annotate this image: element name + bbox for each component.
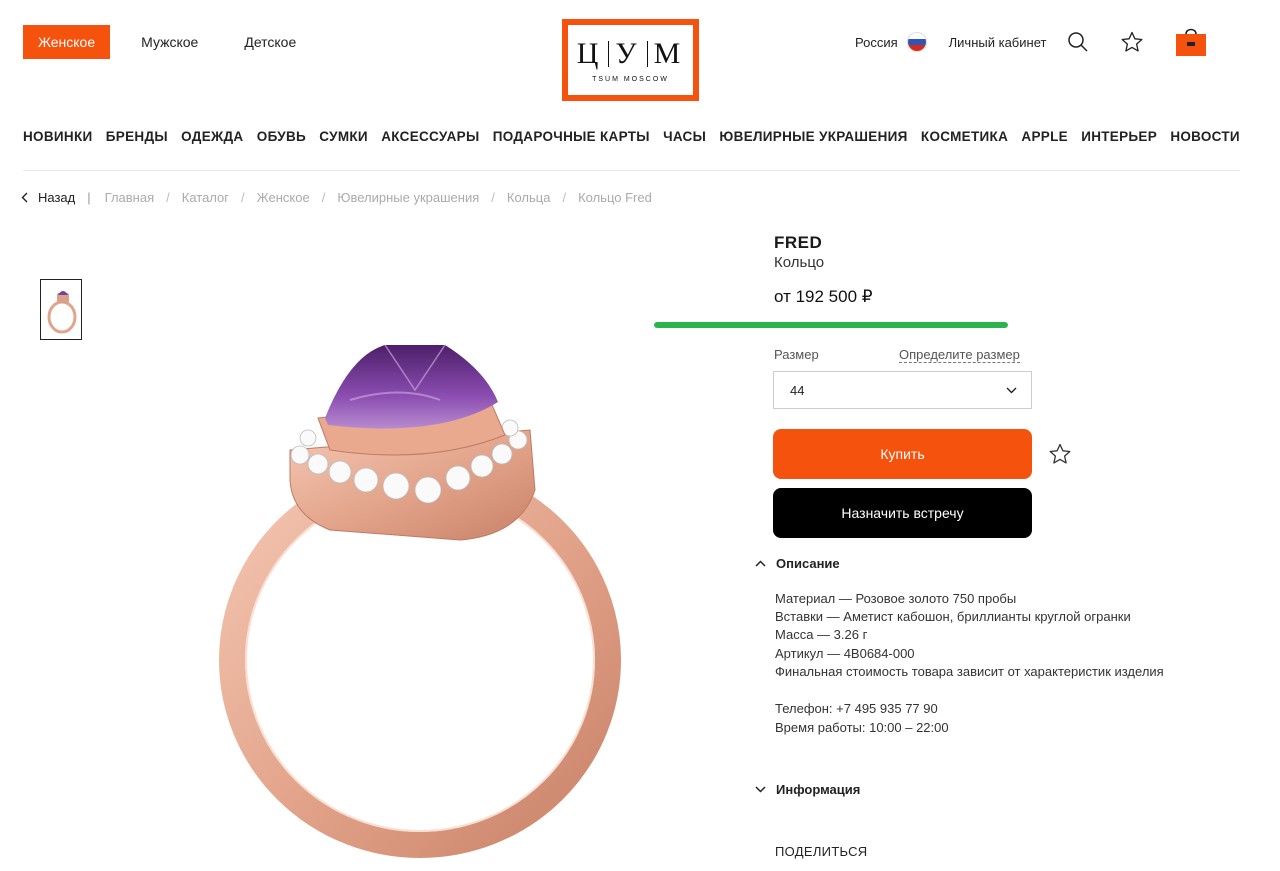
- product-brand[interactable]: FRED: [774, 233, 822, 253]
- description-line: Вставки — Аметист кабошон, бриллианты кр…: [775, 609, 1131, 625]
- logo-subtitle: TSUM MOSCOW: [592, 75, 669, 83]
- tab-kids[interactable]: Детское: [244, 34, 296, 50]
- cart-icon[interactable]: [1174, 24, 1208, 58]
- nav-brands[interactable]: БРЕНДЫ: [106, 129, 168, 144]
- breadcrumb-current: Кольцо Fred: [578, 190, 652, 205]
- chevron-down-icon: [1006, 387, 1017, 393]
- region-selector[interactable]: Россия: [855, 35, 898, 50]
- russia-flag-icon[interactable]: [906, 32, 927, 52]
- size-guide-link[interactable]: Определите размер: [899, 347, 1020, 363]
- nav-clothing[interactable]: ОДЕЖДА: [181, 129, 243, 144]
- product-thumbnail[interactable]: [40, 279, 82, 340]
- nav-apple[interactable]: APPLE: [1021, 129, 1068, 144]
- favorite-star-icon[interactable]: [1048, 442, 1072, 466]
- description-text: Материал — Розовое золото 750 пробы Вста…: [775, 590, 1164, 681]
- breadcrumb-separator: /: [166, 190, 170, 205]
- phone-number[interactable]: Телефон: +7 495 935 77 90: [775, 699, 949, 718]
- main-nav: НОВИНКИ БРЕНДЫ ОДЕЖДА ОБУВЬ СУМКИ АКСЕСС…: [23, 129, 1240, 144]
- gender-tabs: Женское Мужское Детское: [23, 25, 342, 59]
- logo[interactable]: ЦУМ TSUM MOSCOW: [562, 19, 699, 101]
- chevron-left-icon: [21, 192, 28, 203]
- product-type: Кольцо: [774, 254, 825, 271]
- size-select[interactable]: 44: [773, 371, 1032, 409]
- breadcrumb-home[interactable]: Главная: [105, 190, 154, 205]
- description-line: Материал — Розовое золото 750 пробы: [775, 591, 1017, 606]
- tab-women[interactable]: Женское: [23, 25, 111, 59]
- contact-info: Телефон: +7 495 935 77 90 Время работы: …: [775, 699, 949, 737]
- progress-bar: [654, 322, 1008, 328]
- breadcrumb-separator: /: [241, 190, 245, 205]
- breadcrumb-women[interactable]: Женское: [257, 190, 310, 205]
- breadcrumb-jewelry[interactable]: Ювелирные украшения: [337, 190, 479, 205]
- size-value: 44: [790, 382, 805, 398]
- product-price: от 192 500 ₽: [774, 287, 873, 306]
- header-actions: Россия Личный кабинет: [855, 28, 1238, 56]
- nav-shoes[interactable]: ОБУВЬ: [257, 129, 306, 144]
- chevron-up-icon: [755, 560, 766, 567]
- star-icon[interactable]: [1120, 30, 1144, 54]
- logo-wordmark: ЦУМ: [576, 36, 685, 70]
- back-link[interactable]: Назад: [21, 190, 75, 205]
- description-line: Финальная стоимость товара зависит от ха…: [775, 663, 1164, 679]
- working-hours: Время работы: 10:00 – 22:00: [775, 720, 949, 735]
- nav-divider: [23, 170, 1240, 171]
- progress-fill: [654, 322, 1008, 328]
- description-title: Описание: [776, 556, 840, 571]
- nav-gift-cards[interactable]: ПОДАРОЧНЫЕ КАРТЫ: [493, 129, 650, 144]
- share-link[interactable]: ПОДЕЛИТЬСЯ: [775, 844, 867, 859]
- breadcrumb-catalog[interactable]: Каталог: [182, 190, 229, 205]
- nav-accessories[interactable]: АКСЕССУАРЫ: [381, 129, 479, 144]
- buy-button[interactable]: Купить: [773, 429, 1032, 479]
- description-line: Масса — 3.26 г: [775, 627, 868, 643]
- nav-watches[interactable]: ЧАСЫ: [663, 129, 706, 144]
- nav-bags[interactable]: СУМКИ: [319, 129, 368, 144]
- search-icon[interactable]: [1066, 30, 1090, 54]
- chevron-down-icon: [755, 786, 766, 793]
- nav-new[interactable]: НОВИНКИ: [23, 129, 93, 144]
- nav-news[interactable]: НОВОСТИ: [1170, 129, 1240, 144]
- account-link[interactable]: Личный кабинет: [949, 35, 1047, 50]
- breadcrumb-separator: /: [562, 190, 567, 205]
- schedule-meeting-button[interactable]: Назначить встречу: [773, 488, 1032, 538]
- information-title: Информация: [776, 782, 861, 797]
- back-label: Назад: [38, 190, 76, 205]
- breadcrumb-rings[interactable]: Кольца: [507, 190, 551, 205]
- breadcrumb-separator: /: [491, 190, 495, 205]
- logo-inner: ЦУМ TSUM MOSCOW: [567, 24, 694, 96]
- nav-jewelry[interactable]: ЮВЕЛИРНЫЕ УКРАШЕНИЯ: [719, 129, 907, 144]
- nav-cosmetics[interactable]: КОСМЕТИКА: [921, 129, 1008, 144]
- breadcrumb-separator: /: [321, 190, 326, 205]
- breadcrumb: Назад | Главная / Каталог / Женское / Юв…: [21, 190, 652, 205]
- description-line: Артикул — 4B0684-000: [775, 645, 915, 661]
- product-image[interactable]: [200, 330, 650, 860]
- size-label: Размер: [774, 347, 819, 362]
- nav-interior[interactable]: ИНТЕРЬЕР: [1081, 129, 1157, 144]
- breadcrumb-separator: |: [87, 190, 91, 205]
- description-toggle[interactable]: Описание: [755, 556, 840, 571]
- information-toggle[interactable]: Информация: [755, 782, 860, 797]
- tab-men[interactable]: Мужское: [141, 34, 198, 50]
